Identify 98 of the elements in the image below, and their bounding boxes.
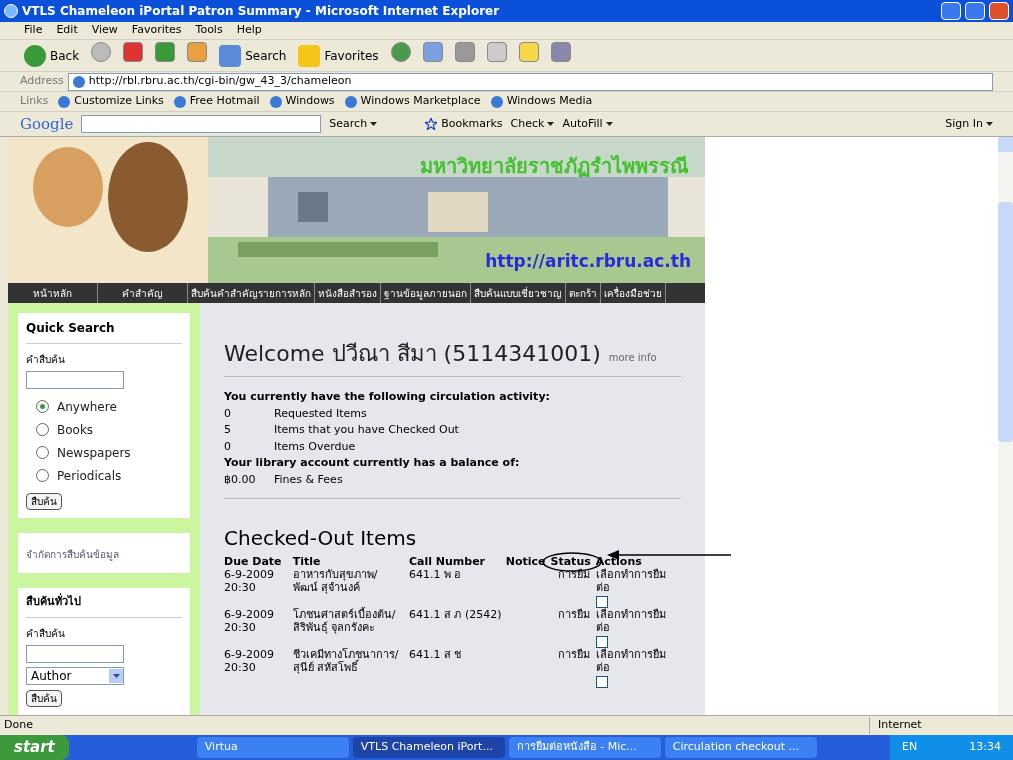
activity-count: 5 — [224, 422, 232, 438]
radio-label: Books — [57, 421, 94, 439]
table-cell-text: เลือกทำการยืมต่อ — [595, 648, 667, 674]
renew-checkbox[interactable] — [595, 636, 608, 648]
limit-search-link[interactable]: จำกัดการสืบค้นข้อมูล — [26, 549, 119, 560]
table-cell: โภชนศาสตร์เบื้องต้น/ สิริพันธุ์ จุลกรังคะ — [292, 608, 409, 648]
university-name: มหาวิทยาลัยราชภัฏรำไพพรรณี — [420, 153, 689, 180]
renew-checkbox[interactable] — [595, 676, 608, 688]
table-cell: 6-9-2009 20:30 — [224, 568, 293, 608]
activity-label: Requested Items — [274, 405, 367, 422]
column-header: Call Number — [408, 555, 486, 568]
table-cell-text: 641.1 พ อ — [408, 568, 463, 583]
section-heading: Checked-Out Items — [224, 525, 418, 552]
search-field[interactable] — [26, 371, 124, 389]
caret-icon — [547, 122, 555, 126]
table-cell-text: เลือกทำการยืมต่อ — [595, 608, 667, 634]
star-icon — [425, 118, 438, 130]
column-header: Due Date — [224, 555, 282, 568]
address-label: Address — [20, 73, 64, 90]
check-button[interactable]: Check — [510, 115, 555, 133]
menu-item[interactable]: Tools — [195, 22, 223, 39]
google-search-field[interactable] — [81, 115, 322, 133]
balance-label: Fines & Fees — [274, 471, 343, 488]
balance-heading: Your library account currently has a balance of: — [224, 455, 521, 471]
panel-title: สืบค้นทั่วไป — [26, 594, 182, 618]
maximize-button[interactable] — [965, 2, 985, 20]
link-item[interactable]: Free Hotmail — [173, 93, 260, 110]
radio-label: Newspapers — [57, 444, 131, 462]
field-label: คำสืบค้น — [26, 353, 66, 367]
website-url: http://aritc.rbru.ac.th — [485, 250, 691, 273]
bookmarks-button[interactable]: Bookmarks — [425, 115, 503, 133]
language-indicator: EN — [902, 739, 918, 756]
window-title: VTLS Chameleon iPortal Patron Summary - Microsoft Internet Explorer — [22, 3, 501, 20]
field-label: คำสืบค้น — [26, 626, 66, 641]
radio-button[interactable] — [36, 423, 49, 436]
menu-item[interactable]: File — [24, 22, 43, 39]
taskbar-button[interactable]: การยืมต่อหนังสือ - Mic... — [508, 737, 661, 758]
column-header: Status — [550, 555, 591, 568]
link-item[interactable]: Windows Media — [490, 93, 593, 110]
more-info-link[interactable]: more info — [608, 350, 657, 365]
scrollbar[interactable] — [998, 137, 1013, 715]
welcome-heading: Welcome ปวีณา สีมา (5114341001) — [224, 340, 601, 368]
table-cell-text: 641.1 ส ช — [408, 648, 463, 663]
activity-label: Items that you have Checked Out — [274, 422, 459, 438]
renew-checkbox[interactable] — [595, 596, 608, 608]
minimize-button[interactable] — [941, 2, 961, 20]
google-search-button[interactable]: Search — [329, 115, 378, 133]
table-cell-text: 641.1 ส ภ (2542) — [408, 608, 503, 623]
radio-label: Periodicals — [57, 467, 122, 485]
start-button[interactable]: start — [0, 735, 69, 760]
search-button[interactable]: สืบค้น — [26, 689, 62, 707]
clock: 13:34 — [969, 739, 1001, 756]
field-select[interactable]: Author — [26, 666, 124, 685]
menu-item[interactable]: Favorites — [131, 22, 182, 39]
favorites-button[interactable]: Favorites — [294, 44, 383, 67]
radio-button[interactable] — [36, 400, 49, 413]
table-cell: 6-9-2009 20:30 — [224, 608, 293, 648]
menu-item[interactable]: View — [91, 22, 118, 39]
close-button[interactable] — [989, 2, 1009, 20]
google-logo: Google — [20, 113, 74, 135]
table-cell: ชีวเคมีทางโภชนาการ/ สุนีย์ สหัสโพธิ์ — [292, 648, 409, 688]
panel-title: Quick Search — [26, 319, 182, 344]
back-button[interactable]: Back — [20, 44, 84, 67]
link-item[interactable]: Customize Links — [58, 93, 164, 110]
activity-label: Items Overdue — [274, 438, 356, 455]
taskbar-button[interactable]: Circulation checkout ... — [664, 737, 817, 758]
activity-count: 0 — [224, 438, 232, 455]
caret-icon — [986, 122, 993, 126]
taskbar-button[interactable]: Virtua — [196, 737, 349, 758]
column-header: Title — [292, 555, 321, 568]
autofill-button[interactable]: AutoFill — [562, 115, 613, 133]
search-field[interactable] — [26, 644, 124, 663]
activity-heading: You currently have the following circulation activity: — [224, 389, 551, 405]
radio-button[interactable] — [36, 469, 49, 482]
radio-button[interactable] — [36, 446, 49, 459]
link-item[interactable]: Windows Marketplace — [344, 93, 481, 110]
table-cell: อาหารกับสุขภาพ/ พัฒน์ สุจำนงค์ — [292, 568, 409, 608]
links-label: Links — [20, 93, 49, 110]
sign-in-button[interactable]: Sign In — [945, 115, 993, 133]
zone-label: Internet — [869, 717, 1009, 734]
activity-count: 0 — [224, 405, 232, 422]
caret-icon — [370, 122, 378, 126]
table-cell: การยืม — [550, 648, 596, 688]
balance-amount: ฿0.00 — [224, 471, 257, 488]
status-text: Done — [4, 717, 34, 734]
search-button[interactable]: สืบค้น — [26, 493, 62, 510]
radio-label: Anywhere — [57, 398, 117, 416]
address-field[interactable]: http://rbl.rbru.ac.th/cgi-bin/gw_43_3/chameleon — [67, 72, 993, 91]
link-item[interactable]: Windows — [269, 93, 335, 110]
table-cell: การยืม — [550, 568, 596, 608]
table-cell-text: เลือกทำการยืมต่อ — [595, 568, 667, 594]
caret-icon — [605, 122, 613, 126]
taskbar-button[interactable]: VTLS Chameleon iPort... — [352, 737, 505, 758]
search-button[interactable]: Search — [215, 44, 291, 67]
menu-item[interactable]: Edit — [56, 22, 78, 39]
menu-item[interactable]: Help — [236, 22, 262, 39]
table-cell: การยืม — [550, 608, 596, 648]
table-cell: 6-9-2009 20:30 — [224, 648, 293, 688]
